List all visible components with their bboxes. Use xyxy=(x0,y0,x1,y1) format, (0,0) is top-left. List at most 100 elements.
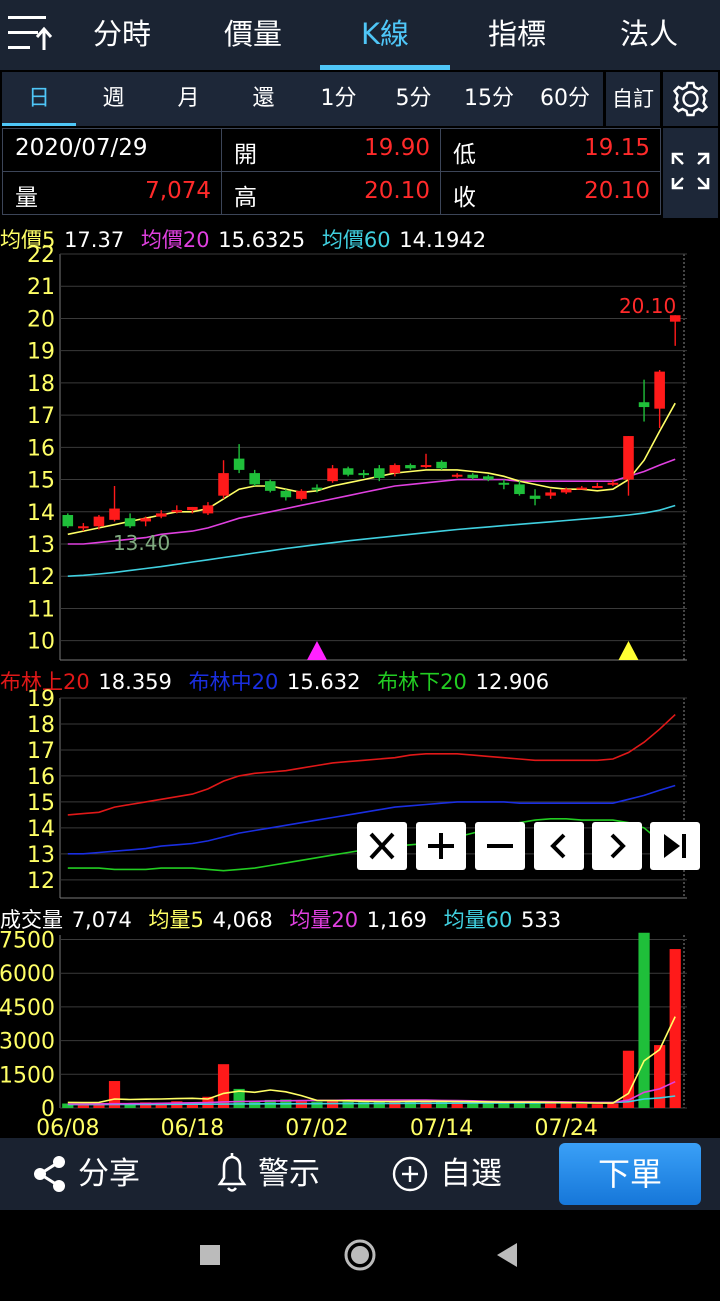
candle-body xyxy=(78,526,89,529)
volume-tick-label: 7500 xyxy=(0,928,55,953)
jump-to-latest-button[interactable] xyxy=(650,822,700,870)
info-date-cell: 2020/07/29 xyxy=(2,128,222,172)
quote-info-grid: 2020/07/29 開 19.90 低 19.15 量 7,074 高 20.… xyxy=(0,128,720,220)
candle-body xyxy=(249,473,260,485)
volume-value: 7,074 xyxy=(145,178,211,204)
system-nav-bar xyxy=(0,1210,720,1297)
open-value: 19.90 xyxy=(364,135,430,161)
chart-canvas: 1011121314151617181920212213.4020.101213… xyxy=(0,243,687,1138)
candle-body xyxy=(498,482,510,485)
volume-tick-label: 6000 xyxy=(0,962,55,987)
date-tick-label: 06/18 xyxy=(161,1116,224,1138)
plus-icon xyxy=(428,833,454,859)
tab-k-line[interactable]: K線 xyxy=(320,0,450,70)
price-tick-label: 21 xyxy=(27,275,55,300)
volume-bar xyxy=(342,1101,354,1108)
tab-institutional[interactable]: 法人 xyxy=(584,0,714,70)
candle-body xyxy=(389,465,401,474)
order-button[interactable]: 下單 xyxy=(559,1143,701,1205)
candle-body xyxy=(483,476,494,480)
volume-bar xyxy=(545,1103,557,1108)
period-tab-5min[interactable]: 5分 xyxy=(376,72,451,126)
info-close-cell: 收 20.10 xyxy=(440,171,661,215)
price-tick-label: 18 xyxy=(27,372,55,397)
info-open-cell: 開 19.90 xyxy=(221,128,441,172)
price-tick-label: 10 xyxy=(27,630,55,655)
period-tab-day[interactable]: 日 xyxy=(2,72,76,126)
settings-button[interactable] xyxy=(663,72,718,126)
custom-period-button[interactable]: 自訂 xyxy=(606,72,660,126)
period-tab-adjusted[interactable]: 還 xyxy=(226,72,301,126)
boll-tick-label: 14 xyxy=(27,817,55,842)
min-price-annotation: 13.40 xyxy=(113,531,170,555)
tab-time-share[interactable]: 分時 xyxy=(58,0,186,70)
chart-area[interactable]: 均價5 17.37 均價20 15.6325 均價60 14.1942 布林上2… xyxy=(0,220,720,1138)
candle-body xyxy=(296,490,307,499)
price-tick-label: 13 xyxy=(27,533,55,558)
period-tab-month[interactable]: 月 xyxy=(151,72,226,126)
candle-body xyxy=(171,510,183,513)
candle-body xyxy=(124,518,136,527)
open-label: 開 xyxy=(234,142,257,168)
recent-apps-icon[interactable] xyxy=(200,1245,220,1265)
close-chart-button[interactable] xyxy=(357,822,407,870)
watchlist-label: 自選 xyxy=(440,1156,502,1192)
period-tab-60min[interactable]: 60分 xyxy=(527,72,603,126)
candle-body xyxy=(140,518,151,522)
high-label: 高 xyxy=(234,185,257,211)
candle-body xyxy=(233,458,245,470)
candle-body xyxy=(264,481,276,491)
period-tab-week[interactable]: 週 xyxy=(76,72,151,126)
close-label: 收 xyxy=(453,185,476,211)
volume-bar xyxy=(576,1103,588,1108)
volume-bar xyxy=(311,1101,323,1108)
candle-body xyxy=(358,473,370,476)
candle-body xyxy=(327,468,338,482)
candle-body xyxy=(654,371,665,409)
candle-body xyxy=(576,487,588,490)
volume-bar xyxy=(404,1101,417,1108)
tab-price-volume[interactable]: 價量 xyxy=(188,0,318,70)
date-tick-label: 07/14 xyxy=(410,1116,473,1138)
boll-tick-label: 15 xyxy=(27,791,55,816)
date-tick-label: 06/08 xyxy=(36,1116,99,1138)
price-tick-label: 17 xyxy=(27,404,55,429)
candle-body xyxy=(109,508,120,520)
period-tab-1min[interactable]: 1分 xyxy=(301,72,376,126)
price-tick-label: 12 xyxy=(27,565,55,590)
home-icon[interactable] xyxy=(344,1239,376,1271)
volume-bar xyxy=(326,1101,339,1108)
info-volume-cell: 量 7,074 xyxy=(2,171,222,215)
candle-body xyxy=(373,468,385,478)
alert-label: 警示 xyxy=(258,1156,320,1192)
zoom-in-button[interactable] xyxy=(416,822,466,870)
volume-tick-label: 4500 xyxy=(0,996,55,1021)
scroll-right-button[interactable] xyxy=(592,822,642,870)
date-tick-label: 07/02 xyxy=(285,1116,348,1138)
candle-body xyxy=(560,489,572,493)
volume-bar xyxy=(607,1103,619,1108)
expand-icon xyxy=(671,152,710,190)
back-icon[interactable] xyxy=(497,1243,517,1267)
add-circle-icon xyxy=(392,1156,428,1192)
active-period-underline xyxy=(2,123,76,126)
zoom-out-button[interactable] xyxy=(475,822,525,870)
skip-end-icon xyxy=(664,834,686,858)
boll-tick-label: 19 xyxy=(27,687,55,712)
info-low-cell: 低 19.15 xyxy=(440,128,661,172)
boll-tick-label: 13 xyxy=(27,843,55,868)
boll-tick-label: 18 xyxy=(27,713,55,738)
price-tick-label: 19 xyxy=(27,340,55,365)
candle-body xyxy=(155,513,167,517)
buy-signal-marker xyxy=(306,641,327,660)
tab-indicators[interactable]: 指標 xyxy=(452,0,582,70)
menu-sort-icon[interactable] xyxy=(0,0,62,70)
period-tab-15min[interactable]: 15分 xyxy=(451,72,527,126)
period-tab-bar: 日 週 月 還 1分 5分 15分 60分 自訂 xyxy=(0,70,720,128)
price-tick-label: 16 xyxy=(27,436,55,461)
scroll-left-button[interactable] xyxy=(534,822,584,870)
fullscreen-button[interactable] xyxy=(663,128,718,218)
bell-icon xyxy=(217,1153,247,1192)
close-icon xyxy=(369,832,395,860)
v5-line xyxy=(67,1016,676,1104)
